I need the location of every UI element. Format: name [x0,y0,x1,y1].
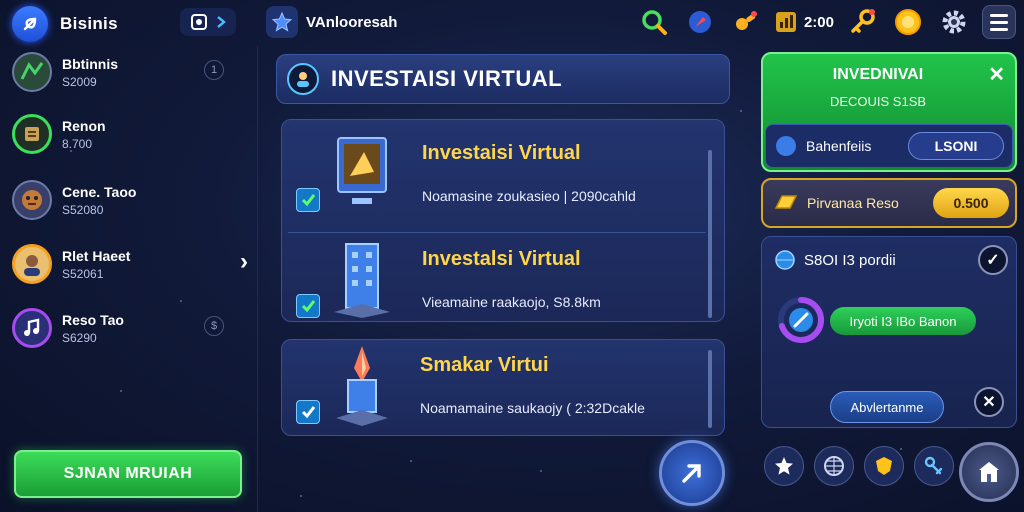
friend-name: Bbtinnis [62,55,118,72]
bottom-toolbar [764,446,954,486]
person-avatar [12,244,52,284]
scrollbar[interactable] [708,150,712,318]
card-description: Noamamaine saukaojy ( 2:32Dcakle [420,400,645,416]
portfolio-header: S8OI I3 pordii [774,249,896,271]
shop-button[interactable] [959,442,1019,502]
friend-item[interactable]: Renon 8.700 [12,108,250,160]
building-icon [332,238,392,323]
progress-ring [778,297,824,343]
arrow-up-right-icon [682,464,701,483]
friend-name: Rlet Haeet [62,247,131,264]
progress-label[interactable]: Iryoti I3 IBo Banon [830,307,976,335]
check-icon[interactable] [296,188,320,212]
friend-score: 8.700 [62,136,93,151]
coin-stack-avatar [12,114,52,154]
menu-icon[interactable] [982,5,1016,39]
shield-icon[interactable] [864,446,904,486]
chevron-right-icon [216,16,226,28]
face-avatar [12,180,52,220]
profile-icon [287,63,319,95]
friend-score: S2009 [62,74,97,89]
star-icon[interactable] [764,446,804,486]
app-title: Bisinis [60,14,118,33]
balance-row: Bahenfeiis LSONI [765,124,1013,168]
map-avatar [12,52,52,92]
info-icon[interactable]: $ [204,316,224,336]
globe-grid-icon[interactable] [814,446,854,486]
reward-label: Pirvanaa Reso [807,195,899,211]
card-title: Investaisi Virtual [422,142,581,164]
section-header: INVESTAISI VIRTUAL [276,54,730,104]
list-item[interactable]: Investalsi Virtual Vieamaine raakaojo, S… [282,232,712,334]
friend-item[interactable]: Reso Tao S6290 $ [12,302,250,354]
globe-icon [775,250,795,270]
coin-icon[interactable] [890,4,926,40]
top-icons: 2:00 [626,4,1016,40]
portfolio-title: S8OI I3 pordii [804,251,896,269]
camera-icon [190,14,207,30]
friends-sidebar: Bbtinnis S2009 1 Renon 8.700 Cene. Taoo … [0,46,258,512]
crystal-icon [330,344,394,433]
top-bar: Bisinis VAnlooresah 2:00 [0,0,1024,44]
portfolio-panel: S8OI I3 pordii ✓ Iryoti I3 IBo Banon ✕ A… [761,236,1017,428]
investment-offer-panel: INVEDNIVAI DECOUIS S1SB ✕ Bahenfeiis LSO… [761,52,1017,172]
card-description: Noamasine zoukasieo | 2090cahld [422,188,636,204]
leaf-logo-icon[interactable] [12,6,48,42]
chevron-right-icon[interactable]: › [240,248,248,276]
offer-subtitle: DECOUIS S1SB [829,94,927,109]
page-title: INVESTAISI VIRTUAL [331,66,563,91]
primary-action-button[interactable]: SJNAN MRUIAH [14,450,242,498]
friend-score: S52080 [62,202,104,217]
friend-name: Reso Tao [62,311,124,328]
card-title: Investalsi Virtual [422,248,581,270]
send-button[interactable] [659,440,725,506]
friend-name: Cene. Taoo [62,183,137,200]
timer: 2:00 [774,10,834,34]
friend-item[interactable]: Cene. Taoo S52080 [12,174,250,226]
scrollbar[interactable] [708,350,712,428]
close-icon[interactable]: ✕ [974,387,1004,417]
card-title: Smakar Virtui [420,354,549,376]
close-icon[interactable]: ✕ [988,62,1005,87]
search-icon[interactable] [636,4,672,40]
balance-value[interactable]: LSONI [908,132,1004,160]
friend-item[interactable]: Bbtinnis S2009 1 [12,46,250,98]
card-description: Vieamaine raakaojo, S8.8km [422,294,601,310]
timer-value: 2:00 [803,13,834,31]
balance-label: Bahenfeiis [806,138,872,154]
friend-item[interactable]: Rlet Haeet S52061 [12,238,250,290]
star-badge-icon [266,6,298,38]
music-avatar [12,308,52,348]
camera-button[interactable] [180,8,236,36]
shop-icon [979,462,999,482]
share-icon[interactable] [914,446,954,486]
info-icon[interactable]: 1 [204,60,224,80]
gear-icon[interactable] [936,4,972,40]
advertise-button[interactable]: Abvlertanme [830,391,944,423]
check-icon[interactable] [296,294,320,318]
friend-name: Renon [62,117,106,134]
monitor-icon [334,136,390,217]
friend-score: S6290 [62,330,97,345]
close-icon[interactable]: ✓ [978,245,1008,275]
moon-icon [776,136,796,156]
list-item[interactable]: Smakar Virtui Noamamaine saukaojy ( 2:32… [281,339,725,436]
offer-title: INVEDNIVAI [832,66,924,83]
chart-icon [775,12,796,32]
rocket-icon[interactable] [682,4,718,40]
reward-value[interactable]: 0.500 [933,188,1009,218]
reward-row: Pirvanaa Reso 0.500 [761,178,1017,228]
account-name: VAnlooresah [306,13,398,31]
list-item[interactable]: Investaisi Virtual Noamasine zoukasieo |… [282,120,712,222]
investment-list: Investaisi Virtual Noamasine zoukasieo |… [281,119,725,322]
gold-bar-icon [774,195,798,209]
friend-score: S52061 [62,266,104,281]
key-gold-icon[interactable] [844,4,880,40]
account[interactable]: VAnlooresah [266,6,397,38]
key-icon[interactable] [728,4,764,40]
check-icon[interactable] [296,400,320,424]
brand: Bisinis [12,6,118,42]
